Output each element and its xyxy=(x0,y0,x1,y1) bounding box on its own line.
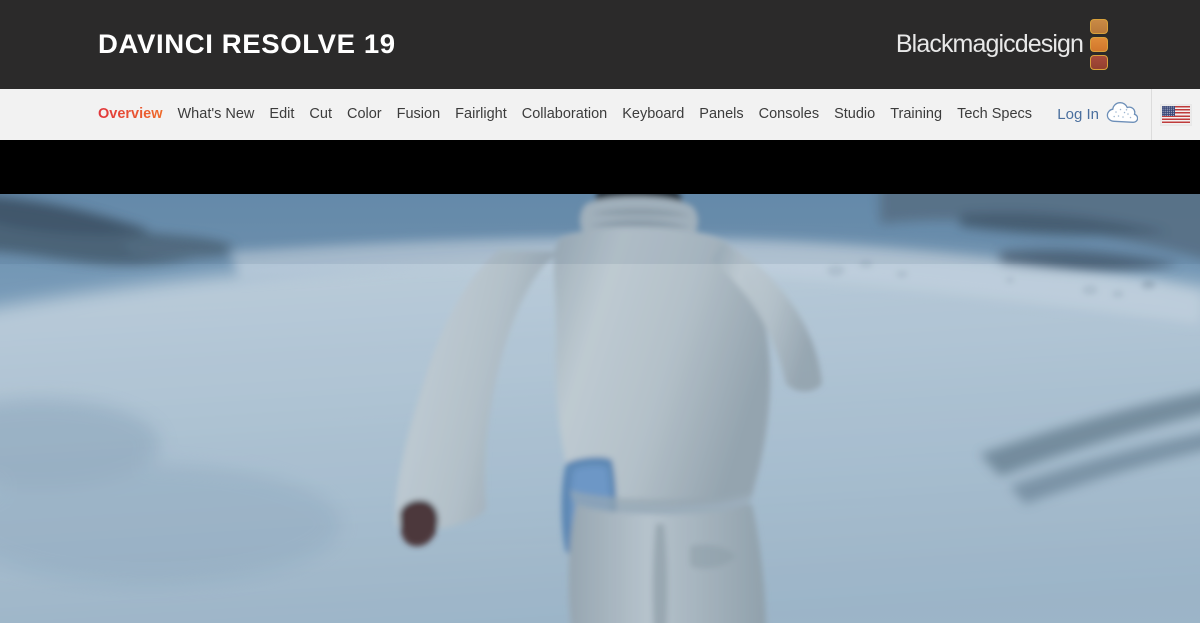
page-root: DAVINCI RESOLVE 19 Blackmagicdesign Over… xyxy=(0,0,1200,623)
main-navigation: Overview What's New Edit Cut Color Fusio… xyxy=(0,89,1200,140)
nav-item-panels[interactable]: Panels xyxy=(699,107,743,122)
flag-canton xyxy=(1162,105,1175,117)
region-selector-button[interactable] xyxy=(1152,89,1200,140)
nav-item-cut[interactable]: Cut xyxy=(309,107,332,122)
site-header: DAVINCI RESOLVE 19 Blackmagicdesign xyxy=(0,0,1200,89)
video-letterbox-top xyxy=(0,140,1200,194)
hero-video-frame[interactable] xyxy=(0,194,1200,623)
nav-utility-area: Log In xyxy=(1057,89,1200,140)
login-button[interactable]: Log In xyxy=(1057,101,1151,128)
page-title: DAVINCI RESOLVE 19 xyxy=(98,29,396,59)
nav-item-studio[interactable]: Studio xyxy=(834,107,875,122)
login-label: Log In xyxy=(1057,106,1099,123)
nav-item-collaboration[interactable]: Collaboration xyxy=(522,107,607,122)
nav-item-whats-new[interactable]: What's New xyxy=(178,107,255,122)
nav-item-fusion[interactable]: Fusion xyxy=(397,107,441,122)
cloud-icon xyxy=(1106,101,1139,128)
hero-scene-image xyxy=(0,194,1200,623)
nav-item-training[interactable]: Training xyxy=(890,107,942,122)
nav-item-overview[interactable]: Overview xyxy=(98,107,163,122)
brand-square-2-icon xyxy=(1090,37,1108,52)
brand-square-1-icon xyxy=(1090,19,1108,34)
brand-wordmark: Blackmagicdesign xyxy=(895,30,1084,58)
brand-square-3-icon xyxy=(1090,55,1108,70)
nav-item-consoles[interactable]: Consoles xyxy=(759,107,819,122)
nav-item-keyboard[interactable]: Keyboard xyxy=(622,107,684,122)
us-flag-icon xyxy=(1161,104,1191,125)
brand-squares-icon xyxy=(1090,19,1108,70)
nav-item-color[interactable]: Color xyxy=(347,107,382,122)
nav-item-tech-specs[interactable]: Tech Specs xyxy=(957,107,1032,122)
blackmagic-design-logo[interactable]: Blackmagicdesign xyxy=(896,19,1200,70)
nav-item-list: Overview What's New Edit Cut Color Fusio… xyxy=(98,107,1032,122)
nav-item-edit[interactable]: Edit xyxy=(269,107,294,122)
nav-item-fairlight[interactable]: Fairlight xyxy=(455,107,507,122)
